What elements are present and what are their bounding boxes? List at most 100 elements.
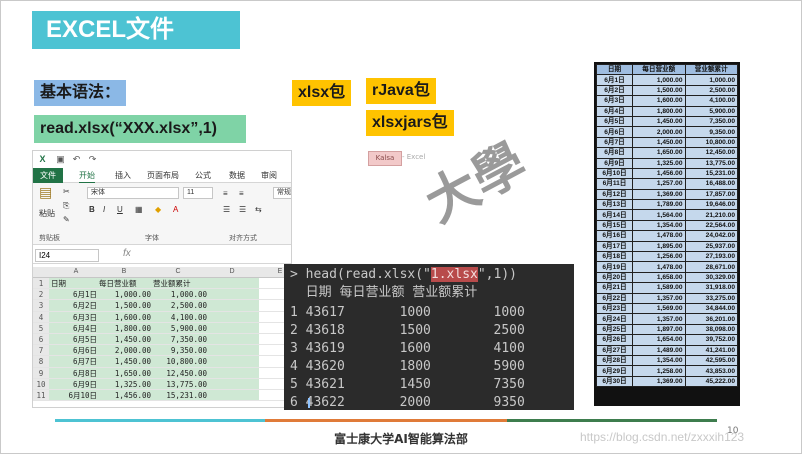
paste-icon[interactable]: ▤ xyxy=(39,185,52,199)
row-number[interactable]: 5 xyxy=(33,322,49,333)
cell[interactable]: 6月1日 xyxy=(51,289,97,300)
align-center-icon[interactable]: ☰ xyxy=(239,205,246,215)
tab-data[interactable]: 数据 xyxy=(229,170,245,182)
table-cell: 36,201.00 xyxy=(684,313,738,325)
table-row[interactable]: 10 6月9日 1,325.00 13,775.00 xyxy=(33,378,291,390)
table-cell: 6月23日 xyxy=(596,302,633,315)
row-number[interactable]: 1 xyxy=(33,278,49,289)
column-header[interactable]: D xyxy=(207,268,257,275)
align-left-icon[interactable]: ☰ xyxy=(223,205,230,215)
cell[interactable]: 1,450.00 xyxy=(99,356,151,367)
table-row[interactable]: 9 6月8日 1,650.00 12,450.00 xyxy=(33,367,291,379)
save-icon[interactable]: ▣ xyxy=(55,154,66,165)
cut-icon[interactable]: ✂ xyxy=(63,187,70,197)
cell[interactable]: 1,500.00 xyxy=(99,300,151,311)
font-color-icon[interactable]: A xyxy=(173,205,178,215)
cell[interactable]: 1,000.00 xyxy=(99,289,151,300)
cell[interactable]: 6月5日 xyxy=(51,334,97,345)
row-number[interactable]: 6 xyxy=(33,333,49,345)
redo-icon[interactable]: ↷ xyxy=(87,154,98,165)
cell[interactable]: 每日营业额 xyxy=(99,278,151,289)
cell[interactable]: 7,350.00 xyxy=(153,334,207,345)
column-header[interactable]: A xyxy=(51,268,101,275)
table-row[interactable]: 2 6月1日 1,000.00 1,000.00 xyxy=(33,289,291,301)
cell[interactable]: 1,650.00 xyxy=(99,368,151,379)
font-size-select[interactable]: 11 xyxy=(183,187,213,199)
row-number[interactable]: 2 xyxy=(33,289,49,300)
font-name-select[interactable]: 宋体 xyxy=(87,187,179,199)
cell[interactable]: 4,100.00 xyxy=(153,312,207,323)
worksheet-grid[interactable]: A B C D E 1 日期 每日营业额 营业额累计 2 6月1日 1,000.00 1,00… xyxy=(33,267,291,407)
package-rjava: rJava包 xyxy=(366,78,436,104)
tab-insert[interactable]: 插入 xyxy=(115,170,131,182)
cell[interactable]: 12,450.00 xyxy=(153,368,207,379)
cell[interactable]: 6月7日 xyxy=(51,356,97,367)
table-row[interactable]: 7 6月6日 2,000.00 9,350.00 xyxy=(33,345,291,357)
cell[interactable]: 1,600.00 xyxy=(99,312,151,323)
cell[interactable]: 6月4日 xyxy=(51,323,97,334)
column-header[interactable]: B xyxy=(99,268,149,275)
table-row[interactable]: 4 6月3日 1,600.00 4,100.00 xyxy=(33,311,291,323)
column-header[interactable]: C xyxy=(153,268,203,275)
table-row[interactable]: 11 6月10日 1,456.00 15,231.00 xyxy=(33,389,291,402)
row-number[interactable]: 4 xyxy=(33,311,49,322)
cell[interactable]: 6月6日 xyxy=(51,345,97,356)
cell[interactable]: 6月10日 xyxy=(51,390,97,401)
cell[interactable]: 2,000.00 xyxy=(99,345,151,356)
table-row[interactable]: 6 6月5日 1,450.00 7,350.00 xyxy=(33,333,291,346)
table-row[interactable]: 5 6月4日 1,800.00 5,900.00 xyxy=(33,322,291,334)
cell[interactable]: 6月9日 xyxy=(51,379,97,390)
cell[interactable]: 9,350.00 xyxy=(153,345,207,356)
cell[interactable]: 6月2日 xyxy=(51,300,97,311)
table-row[interactable]: 8 6月7日 1,450.00 10,800.00 xyxy=(33,356,291,368)
fill-color-icon[interactable]: ◆ xyxy=(155,205,161,215)
table-row: 6月1日 1,000.00 1,000.00 xyxy=(596,74,738,86)
cell[interactable]: 15,231.00 xyxy=(153,390,207,401)
cell[interactable]: 营业额累计 xyxy=(153,278,207,289)
row-number[interactable]: 8 xyxy=(33,356,49,367)
bold-icon[interactable]: B xyxy=(89,205,95,215)
tab-home[interactable]: 开始 xyxy=(79,170,95,184)
italic-icon[interactable]: I xyxy=(103,205,105,215)
table-row[interactable]: 1 日期 每日营业额 营业额累计 xyxy=(33,278,291,290)
cell[interactable]: 6月3日 xyxy=(51,312,97,323)
row-number[interactable]: 3 xyxy=(33,300,49,311)
tab-file[interactable]: 文件 xyxy=(33,168,63,183)
table-cell: 33,275.00 xyxy=(684,292,738,305)
name-box[interactable]: I24 xyxy=(35,249,99,262)
undo-icon[interactable]: ↶ xyxy=(71,154,82,165)
cell[interactable]: 1,450.00 xyxy=(99,334,151,345)
cell[interactable]: 6月8日 xyxy=(51,368,97,379)
table-row[interactable]: 3 6月2日 1,500.00 2,500.00 xyxy=(33,300,291,312)
cell[interactable]: 13,775.00 xyxy=(153,379,207,390)
paste-label[interactable]: 粘贴 xyxy=(39,209,55,219)
format-painter-icon[interactable]: ✎ xyxy=(63,215,70,225)
row-number[interactable]: 10 xyxy=(33,378,49,389)
row-number[interactable]: 7 xyxy=(33,345,49,356)
underline-icon[interactable]: U xyxy=(117,205,123,215)
cell[interactable]: 1,800.00 xyxy=(99,323,151,334)
wrap-text-icon[interactable]: ⇆ xyxy=(255,205,262,215)
tab-page-layout[interactable]: 页面布局 xyxy=(147,170,179,182)
cell[interactable]: 2,500.00 xyxy=(153,300,207,311)
cell[interactable]: 1,000.00 xyxy=(153,289,207,300)
align-middle-icon[interactable]: ≡ xyxy=(239,189,244,199)
row-number[interactable]: 9 xyxy=(33,367,49,378)
cell[interactable]: 5,900.00 xyxy=(153,323,207,334)
tab-review[interactable]: 审阅 xyxy=(261,170,277,182)
number-format-select[interactable]: 常规 xyxy=(273,187,291,199)
row-number[interactable]: 11 xyxy=(33,389,49,401)
align-top-icon[interactable]: ≡ xyxy=(223,189,228,199)
fx-icon[interactable]: fx xyxy=(123,248,131,259)
border-icon[interactable]: ▦ xyxy=(135,205,143,215)
cell[interactable]: 1,456.00 xyxy=(99,390,151,401)
r-console[interactable]: > head(read.xlsx("1.xlsx",1)) 日期 每日营业额 营… xyxy=(284,264,574,410)
cell[interactable]: 1,325.00 xyxy=(99,379,151,390)
table-cell: 43,853.00 xyxy=(684,365,738,377)
table-cell: 1,569.00 xyxy=(632,302,686,315)
cell[interactable]: 10,800.00 xyxy=(153,356,207,367)
copy-icon[interactable]: ⎘ xyxy=(63,201,69,211)
tab-formulas[interactable]: 公式 xyxy=(195,170,211,182)
table-cell: 6月22日 xyxy=(596,292,633,305)
cell[interactable]: 日期 xyxy=(51,278,97,289)
